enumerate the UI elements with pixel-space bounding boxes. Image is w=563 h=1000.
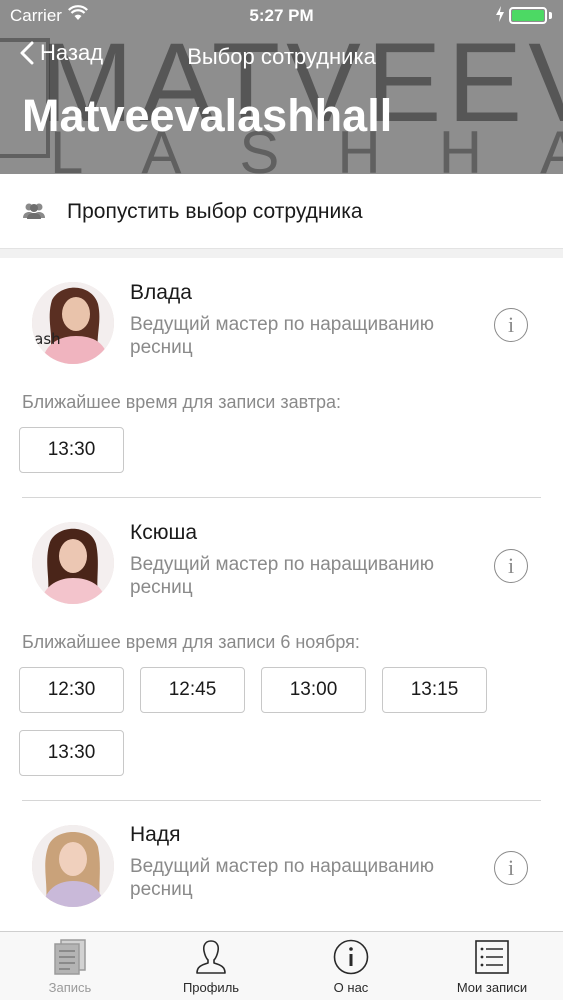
clock: 5:27 PM bbox=[249, 6, 314, 25]
skip-employee-row[interactable]: Пропустить выбор сотрудника bbox=[0, 174, 563, 248]
slots-caption: Ближайшее время для записи завтра: bbox=[22, 392, 342, 412]
charging-icon bbox=[495, 6, 505, 26]
time-slot-button[interactable]: 12:45 bbox=[140, 667, 245, 713]
document-icon bbox=[0, 938, 140, 976]
battery-tip bbox=[549, 12, 552, 19]
group-icon bbox=[22, 202, 46, 225]
nav-title: Выбор сотрудника bbox=[187, 44, 376, 69]
divider bbox=[22, 497, 541, 498]
svg-text:lash: lash bbox=[32, 330, 61, 348]
time-slot-button[interactable]: 12:30 bbox=[19, 667, 124, 713]
tab-bar: Запись Профиль О нас Мои записи bbox=[0, 931, 563, 1000]
tab-booking[interactable]: Запись bbox=[0, 932, 140, 1000]
time-slot-button[interactable]: 13:30 bbox=[19, 427, 124, 473]
tab-label: Запись bbox=[48, 980, 92, 995]
employee-role: Ведущий мастер по наращиванию ресниц bbox=[130, 314, 434, 358]
time-slot-button[interactable]: 13:00 bbox=[261, 667, 366, 713]
tab-label: О нас bbox=[333, 980, 369, 995]
list-icon bbox=[422, 938, 562, 976]
tab-my-bookings[interactable]: Мои записи bbox=[422, 932, 562, 1000]
slots-caption: Ближайшее время для записи 6 ноября: bbox=[22, 632, 360, 652]
info-icon[interactable]: i bbox=[494, 851, 528, 885]
employee-name: Надя bbox=[130, 823, 181, 846]
time-slot-button[interactable]: 13:30 bbox=[19, 730, 124, 776]
employee-role: Ведущий мастер по наращиванию ресниц bbox=[130, 554, 434, 598]
employee-role: Ведущий мастер по наращиванию ресниц bbox=[130, 856, 434, 900]
tab-about[interactable]: О нас bbox=[281, 932, 421, 1000]
header: MATVEEV LASHHA Carrier 5:27 PM Назад Выб… bbox=[0, 0, 563, 174]
skip-employee-label: Пропустить выбор сотрудника bbox=[67, 200, 363, 223]
avatar bbox=[32, 825, 114, 907]
avatar bbox=[32, 522, 114, 604]
info-icon[interactable]: i bbox=[494, 308, 528, 342]
employee-name: Ксюша bbox=[130, 521, 198, 544]
divider bbox=[22, 800, 541, 801]
info-icon[interactable]: i bbox=[494, 549, 528, 583]
info-icon bbox=[281, 938, 421, 976]
battery-icon bbox=[509, 7, 547, 24]
avatar: lash bbox=[32, 282, 114, 364]
page-title: Matveevalashhall bbox=[22, 90, 393, 141]
person-icon bbox=[141, 938, 281, 976]
section-separator bbox=[0, 248, 563, 258]
status-bar: Carrier 5:27 PM bbox=[0, 0, 563, 32]
tab-label: Мои записи bbox=[456, 980, 528, 995]
tab-label: Профиль bbox=[182, 980, 240, 995]
employee-name: Влада bbox=[130, 281, 192, 304]
time-slot-button[interactable]: 13:15 bbox=[382, 667, 487, 713]
tab-profile[interactable]: Профиль bbox=[141, 932, 281, 1000]
